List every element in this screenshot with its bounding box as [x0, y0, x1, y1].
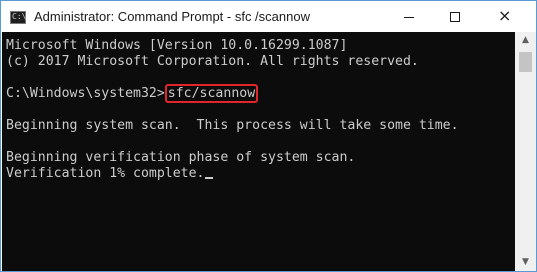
command-prompt-window: C:\ Administrator: Command Prompt - sfc …	[0, 0, 537, 272]
maximize-button[interactable]	[432, 2, 478, 32]
close-button[interactable]: ×	[478, 2, 536, 32]
console-line-progress: Verification 1% complete.	[6, 166, 213, 182]
console-line-command: C:\Windows\system32> sfc/scannow	[6, 84, 259, 103]
prompt-text: C:\Windows\system32>	[6, 86, 165, 101]
console-line-version: Microsoft Windows [Version 10.0.16299.10…	[6, 38, 348, 53]
window-title: Administrator: Command Prompt - sfc /sca…	[34, 9, 310, 24]
console-line-verification-phase: Beginning verification phase of system s…	[6, 150, 356, 165]
title-bar[interactable]: C:\ Administrator: Command Prompt - sfc …	[2, 2, 535, 32]
highlighted-command: sfc/scannow	[164, 84, 259, 103]
minimize-icon	[404, 17, 414, 18]
vertical-scrollbar[interactable]: ▲ ▼	[515, 32, 536, 271]
scroll-up-arrow-icon[interactable]: ▲	[515, 32, 536, 49]
minimize-button[interactable]	[386, 2, 432, 32]
console-line-scan-begin: Beginning system scan. This process will…	[6, 118, 459, 133]
close-icon: ×	[498, 6, 512, 25]
progress-text: Verification 1% complete.	[6, 166, 205, 181]
cmd-icon[interactable]: C:\	[10, 11, 26, 24]
scroll-down-arrow-icon[interactable]: ▼	[515, 254, 536, 271]
text-cursor	[204, 177, 213, 179]
console-output[interactable]: Microsoft Windows [Version 10.0.16299.10…	[2, 32, 515, 271]
maximize-icon	[450, 12, 460, 22]
console-line-copyright: (c) 2017 Microsoft Corporation. All righ…	[6, 54, 419, 69]
cmd-icon-glyph: C:\	[12, 12, 27, 21]
scroll-thumb[interactable]	[519, 52, 532, 72]
